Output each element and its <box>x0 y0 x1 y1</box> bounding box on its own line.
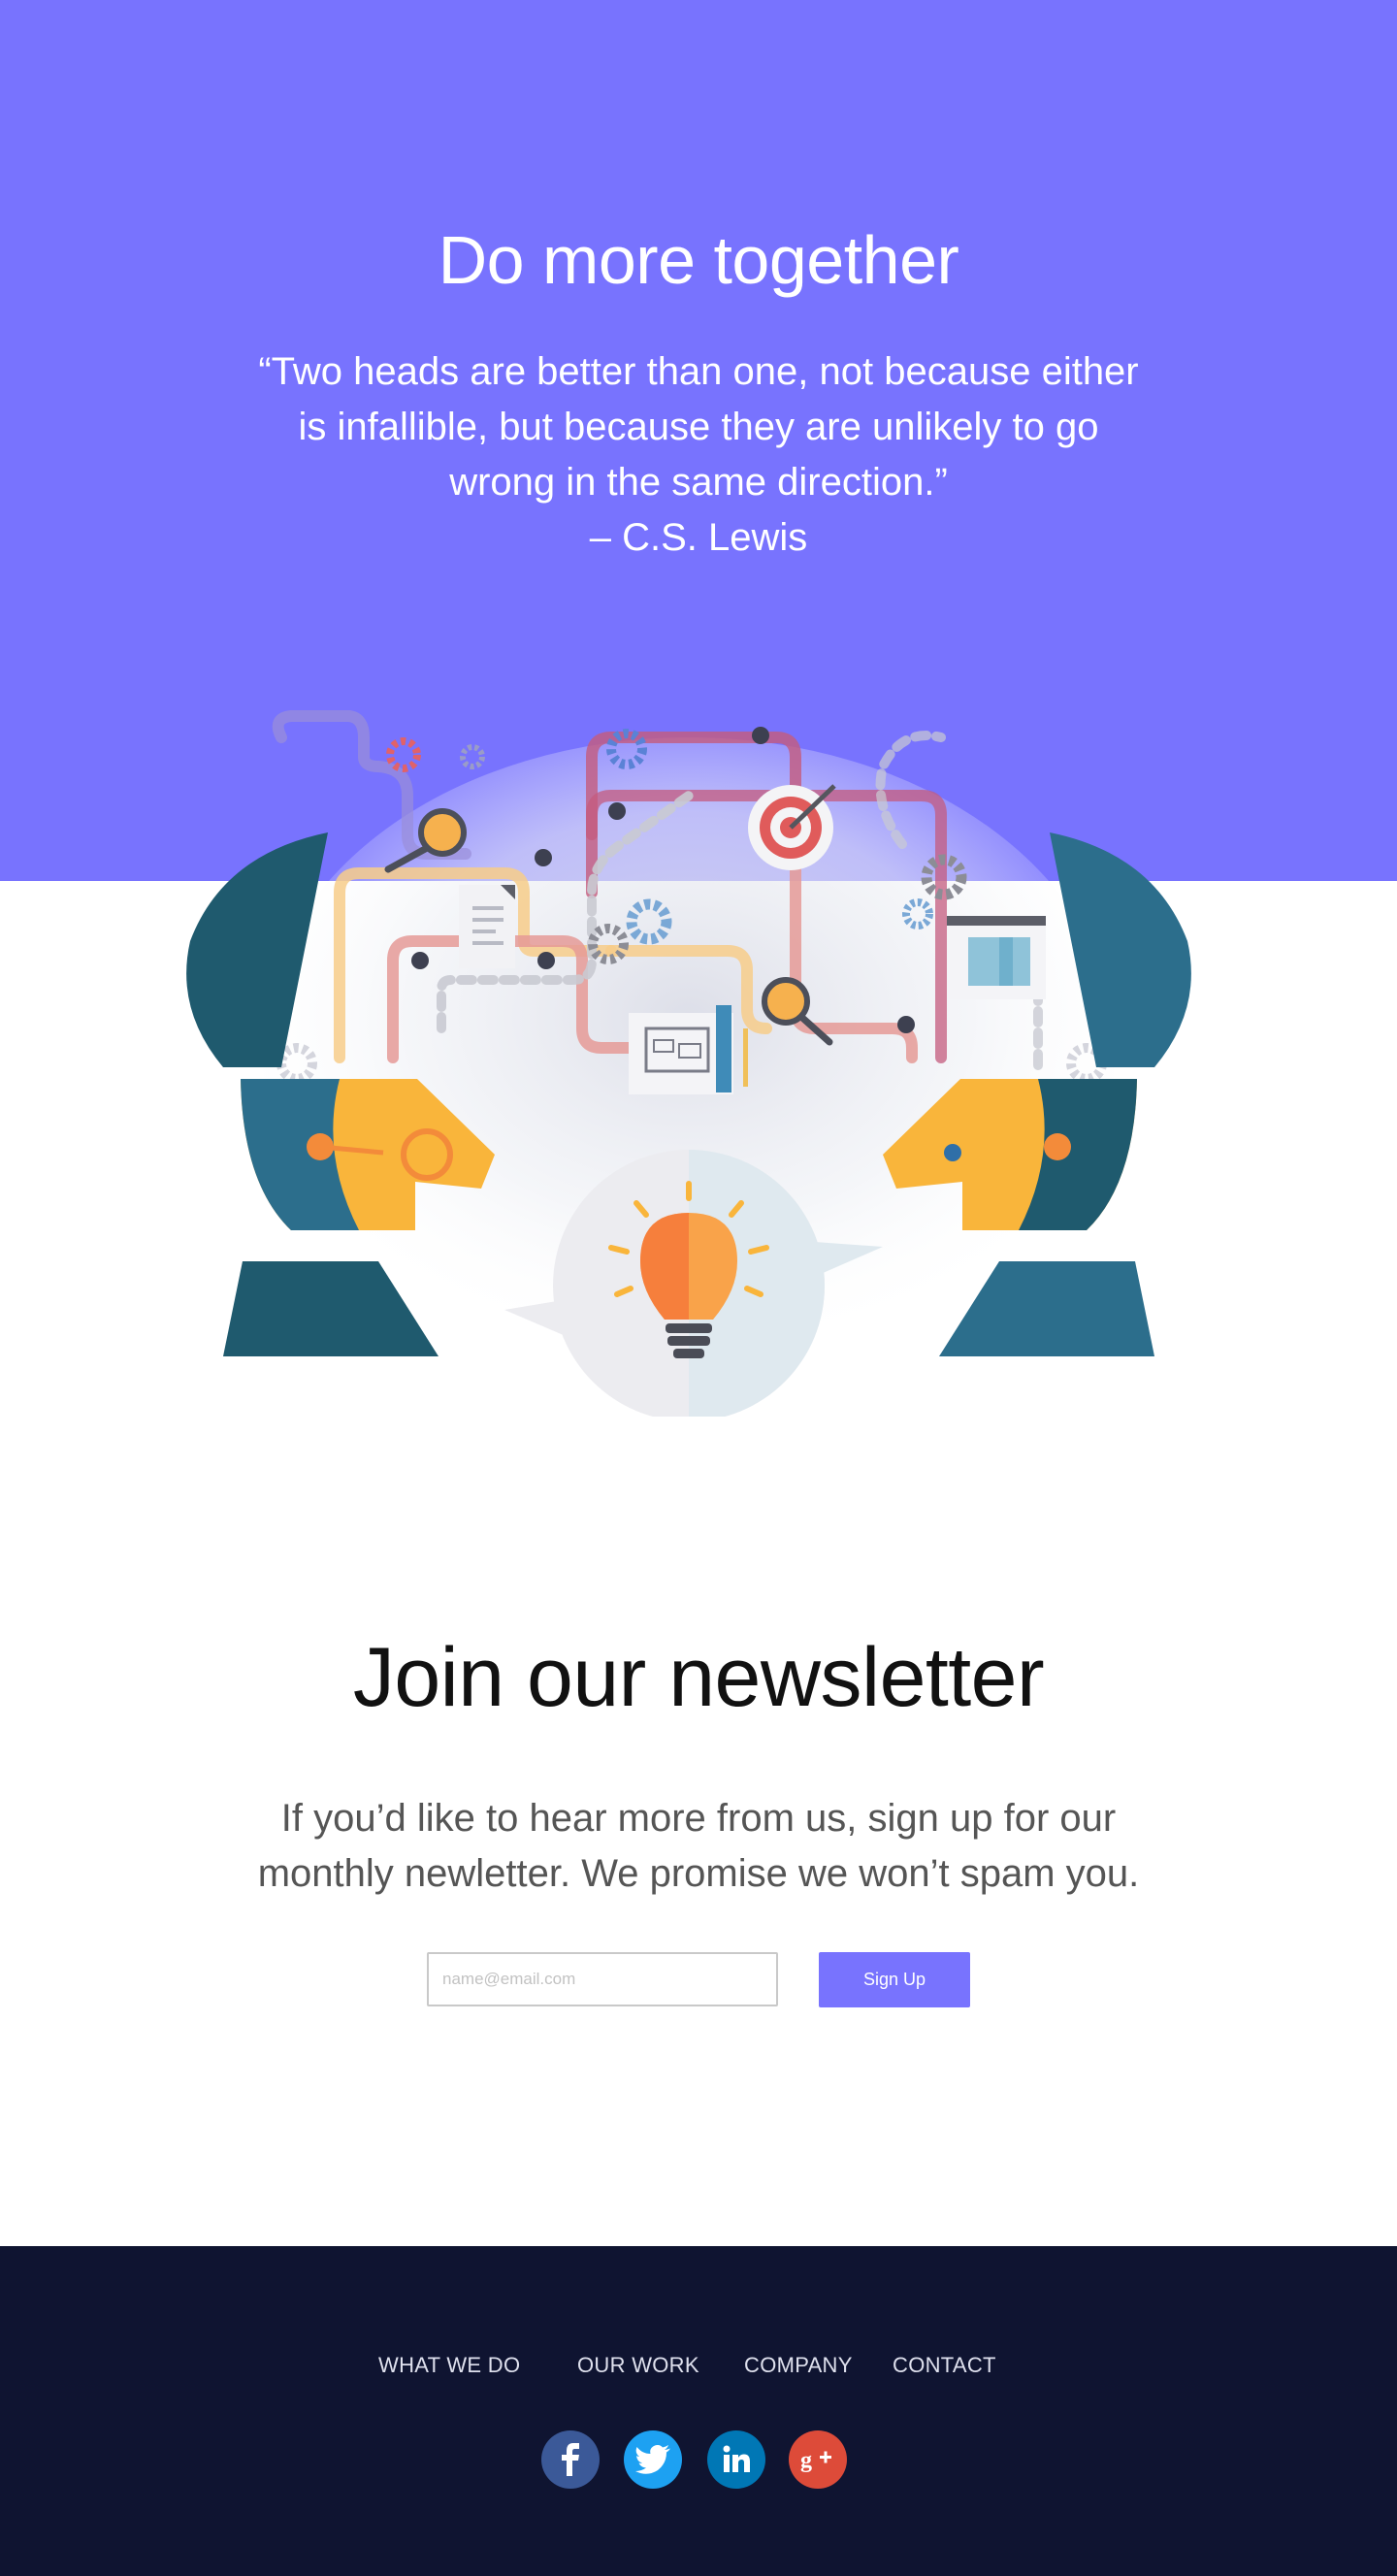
newsletter-text-line: If you’d like to hear more from us, sign… <box>280 1797 1117 1840</box>
footer-link-company[interactable]: COMPANY <box>744 2353 853 2378</box>
facebook-icon[interactable] <box>541 2430 600 2489</box>
twitter-glyph <box>635 2445 670 2474</box>
newsletter-description: If you’d like to hear more from us, sign… <box>194 1791 1203 1902</box>
newsletter-title: Join our newsletter <box>352 1631 1045 1724</box>
svg-text:g: g <box>800 2448 812 2472</box>
quote-line: wrong in the same direction.” <box>449 461 948 504</box>
linkedin-glyph <box>723 2445 750 2472</box>
sign-up-button[interactable]: Sign Up <box>819 1952 970 2007</box>
page: Do more together “Two heads are better t… <box>0 0 1397 2576</box>
newsletter-text-line: monthly newletter. We promise we won’t s… <box>257 1852 1140 1895</box>
hero-quote: “Two heads are better than one, not beca… <box>213 344 1184 566</box>
google-plus-icon[interactable]: g <box>789 2430 847 2489</box>
quote-attribution: – C.S. Lewis <box>589 516 808 559</box>
linkedin-icon[interactable] <box>707 2430 765 2489</box>
blueprint-icon <box>629 1005 748 1094</box>
document-icon <box>459 885 515 968</box>
browser-window-icon <box>947 916 1046 999</box>
quote-line: “Two heads are better than one, not beca… <box>258 350 1139 393</box>
google-plus-glyph: g <box>800 2448 831 2472</box>
footer <box>0 2246 1397 2576</box>
hero-title: Do more together <box>438 222 959 298</box>
footer-link-our-work[interactable]: OUR WORK <box>577 2353 699 2378</box>
email-input[interactable] <box>427 1952 778 2006</box>
teamwork-illustration <box>186 710 1191 1417</box>
footer-link-what-we-do[interactable]: WHAT WE DO <box>378 2353 520 2378</box>
footer-link-contact[interactable]: CONTACT <box>893 2353 996 2378</box>
quote-line: is infallible, but because they are unli… <box>298 406 1099 448</box>
twitter-icon[interactable] <box>624 2430 682 2489</box>
facebook-glyph <box>562 2443 579 2476</box>
